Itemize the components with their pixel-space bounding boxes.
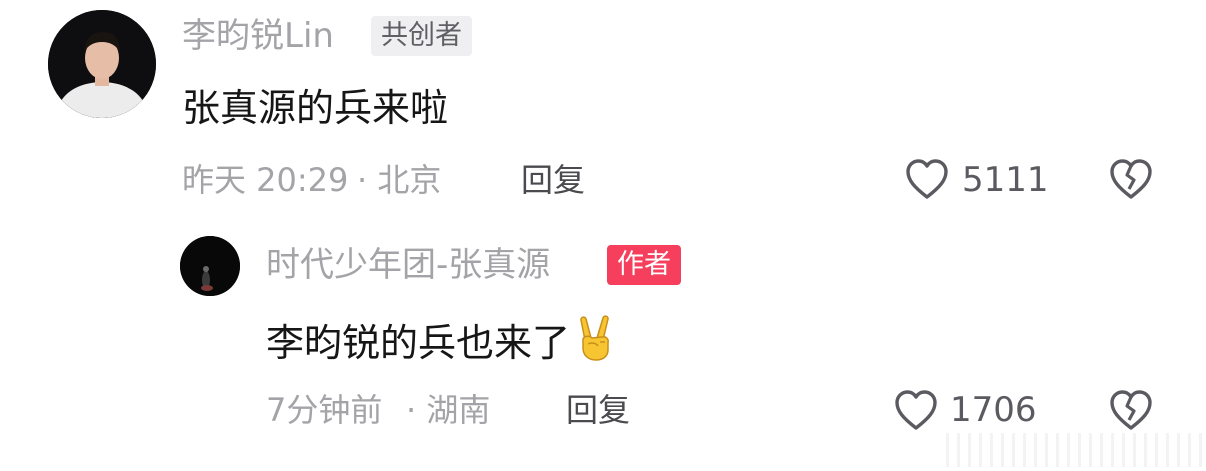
heart-outline-icon[interactable] <box>904 157 950 201</box>
avatar-user-1[interactable] <box>48 10 156 118</box>
comment-1-time: 昨天 20:29 <box>182 161 349 199</box>
avatar-user-2[interactable] <box>180 236 240 296</box>
comment-2-text: 李昀锐的兵也来了 <box>266 314 616 373</box>
comment-1-reply-button[interactable]: 回复 <box>521 160 585 200</box>
author-badge: 作者 <box>607 245 681 285</box>
watermark-strip <box>946 433 1206 467</box>
broken-heart-icon[interactable] <box>1107 157 1155 201</box>
comment-2-like-count: 1706 <box>950 390 1037 430</box>
comment-2-time: 7分钟前 <box>266 391 383 429</box>
cocreator-badge: 共创者 <box>371 16 472 56</box>
victory-hand-emoji <box>576 314 616 373</box>
comment-1-text: 张真源的兵来啦 <box>182 86 449 130</box>
comment-2-text-content: 李昀锐的兵也来了 <box>266 321 571 365</box>
comment-1-username[interactable]: 李昀锐Lin <box>182 16 334 56</box>
heart-outline-icon[interactable] <box>893 388 939 432</box>
comment-2-reply-button[interactable]: 回复 <box>566 390 630 430</box>
comment-1-location: · 北京 <box>357 161 442 199</box>
broken-heart-icon[interactable] <box>1107 388 1155 432</box>
comment-2-location: · 湖南 <box>406 391 491 429</box>
comment-2-username[interactable]: 时代少年团-张真源 <box>266 245 550 285</box>
comment-1-like-count: 5111 <box>962 160 1049 200</box>
